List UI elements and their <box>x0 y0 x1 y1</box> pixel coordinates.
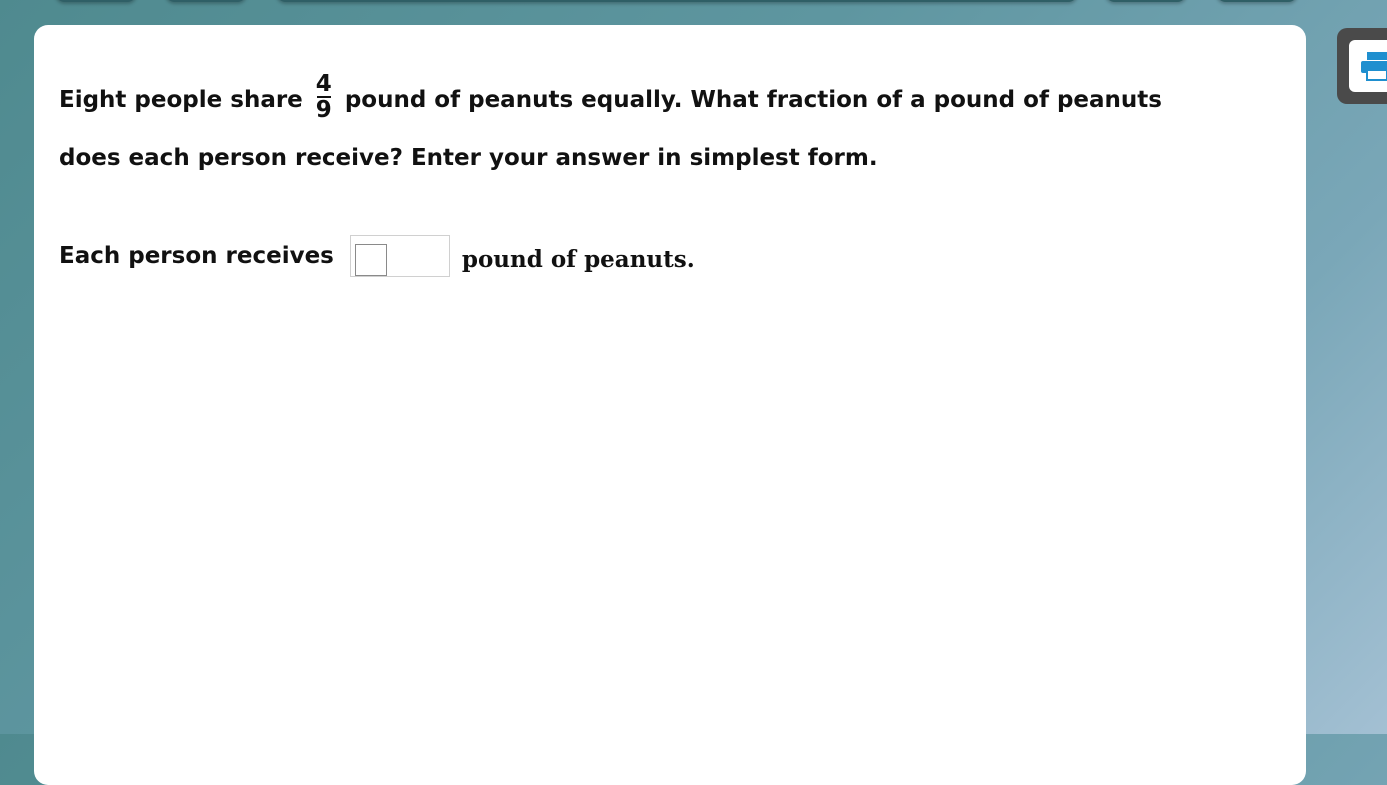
question-text-line2: does each person receive? Enter your ans… <box>59 145 878 171</box>
question-text-before: Eight people share <box>59 87 303 113</box>
top-nav-tab-2[interactable] <box>165 0 247 2</box>
top-nav-tab-3[interactable] <box>1105 0 1187 2</box>
answer-label: Each person receives <box>59 243 334 269</box>
answer-input-slot[interactable] <box>354 244 387 276</box>
top-nav-tab-4[interactable] <box>1216 0 1298 2</box>
top-nav-bar <box>276 0 1078 2</box>
answer-row: Each person receives pound of peanuts. <box>59 231 695 281</box>
question-card: Eight people share 4 9 pound of peanuts … <box>34 25 1306 785</box>
side-toolbar <box>1337 28 1387 104</box>
printer-icon <box>1361 52 1387 81</box>
answer-suffix: pound of peanuts. <box>461 245 695 273</box>
question-text: Eight people share 4 9 pound of peanuts … <box>59 71 1239 187</box>
print-button[interactable] <box>1349 40 1387 92</box>
fraction-numerator: 4 <box>315 70 332 97</box>
top-nav-tab-1[interactable] <box>55 0 137 2</box>
fraction: 4 9 <box>315 72 333 122</box>
question-text-after: pound of peanuts equally. What fraction … <box>344 87 1162 113</box>
fraction-denominator: 9 <box>315 96 332 123</box>
answer-input[interactable] <box>349 235 450 277</box>
